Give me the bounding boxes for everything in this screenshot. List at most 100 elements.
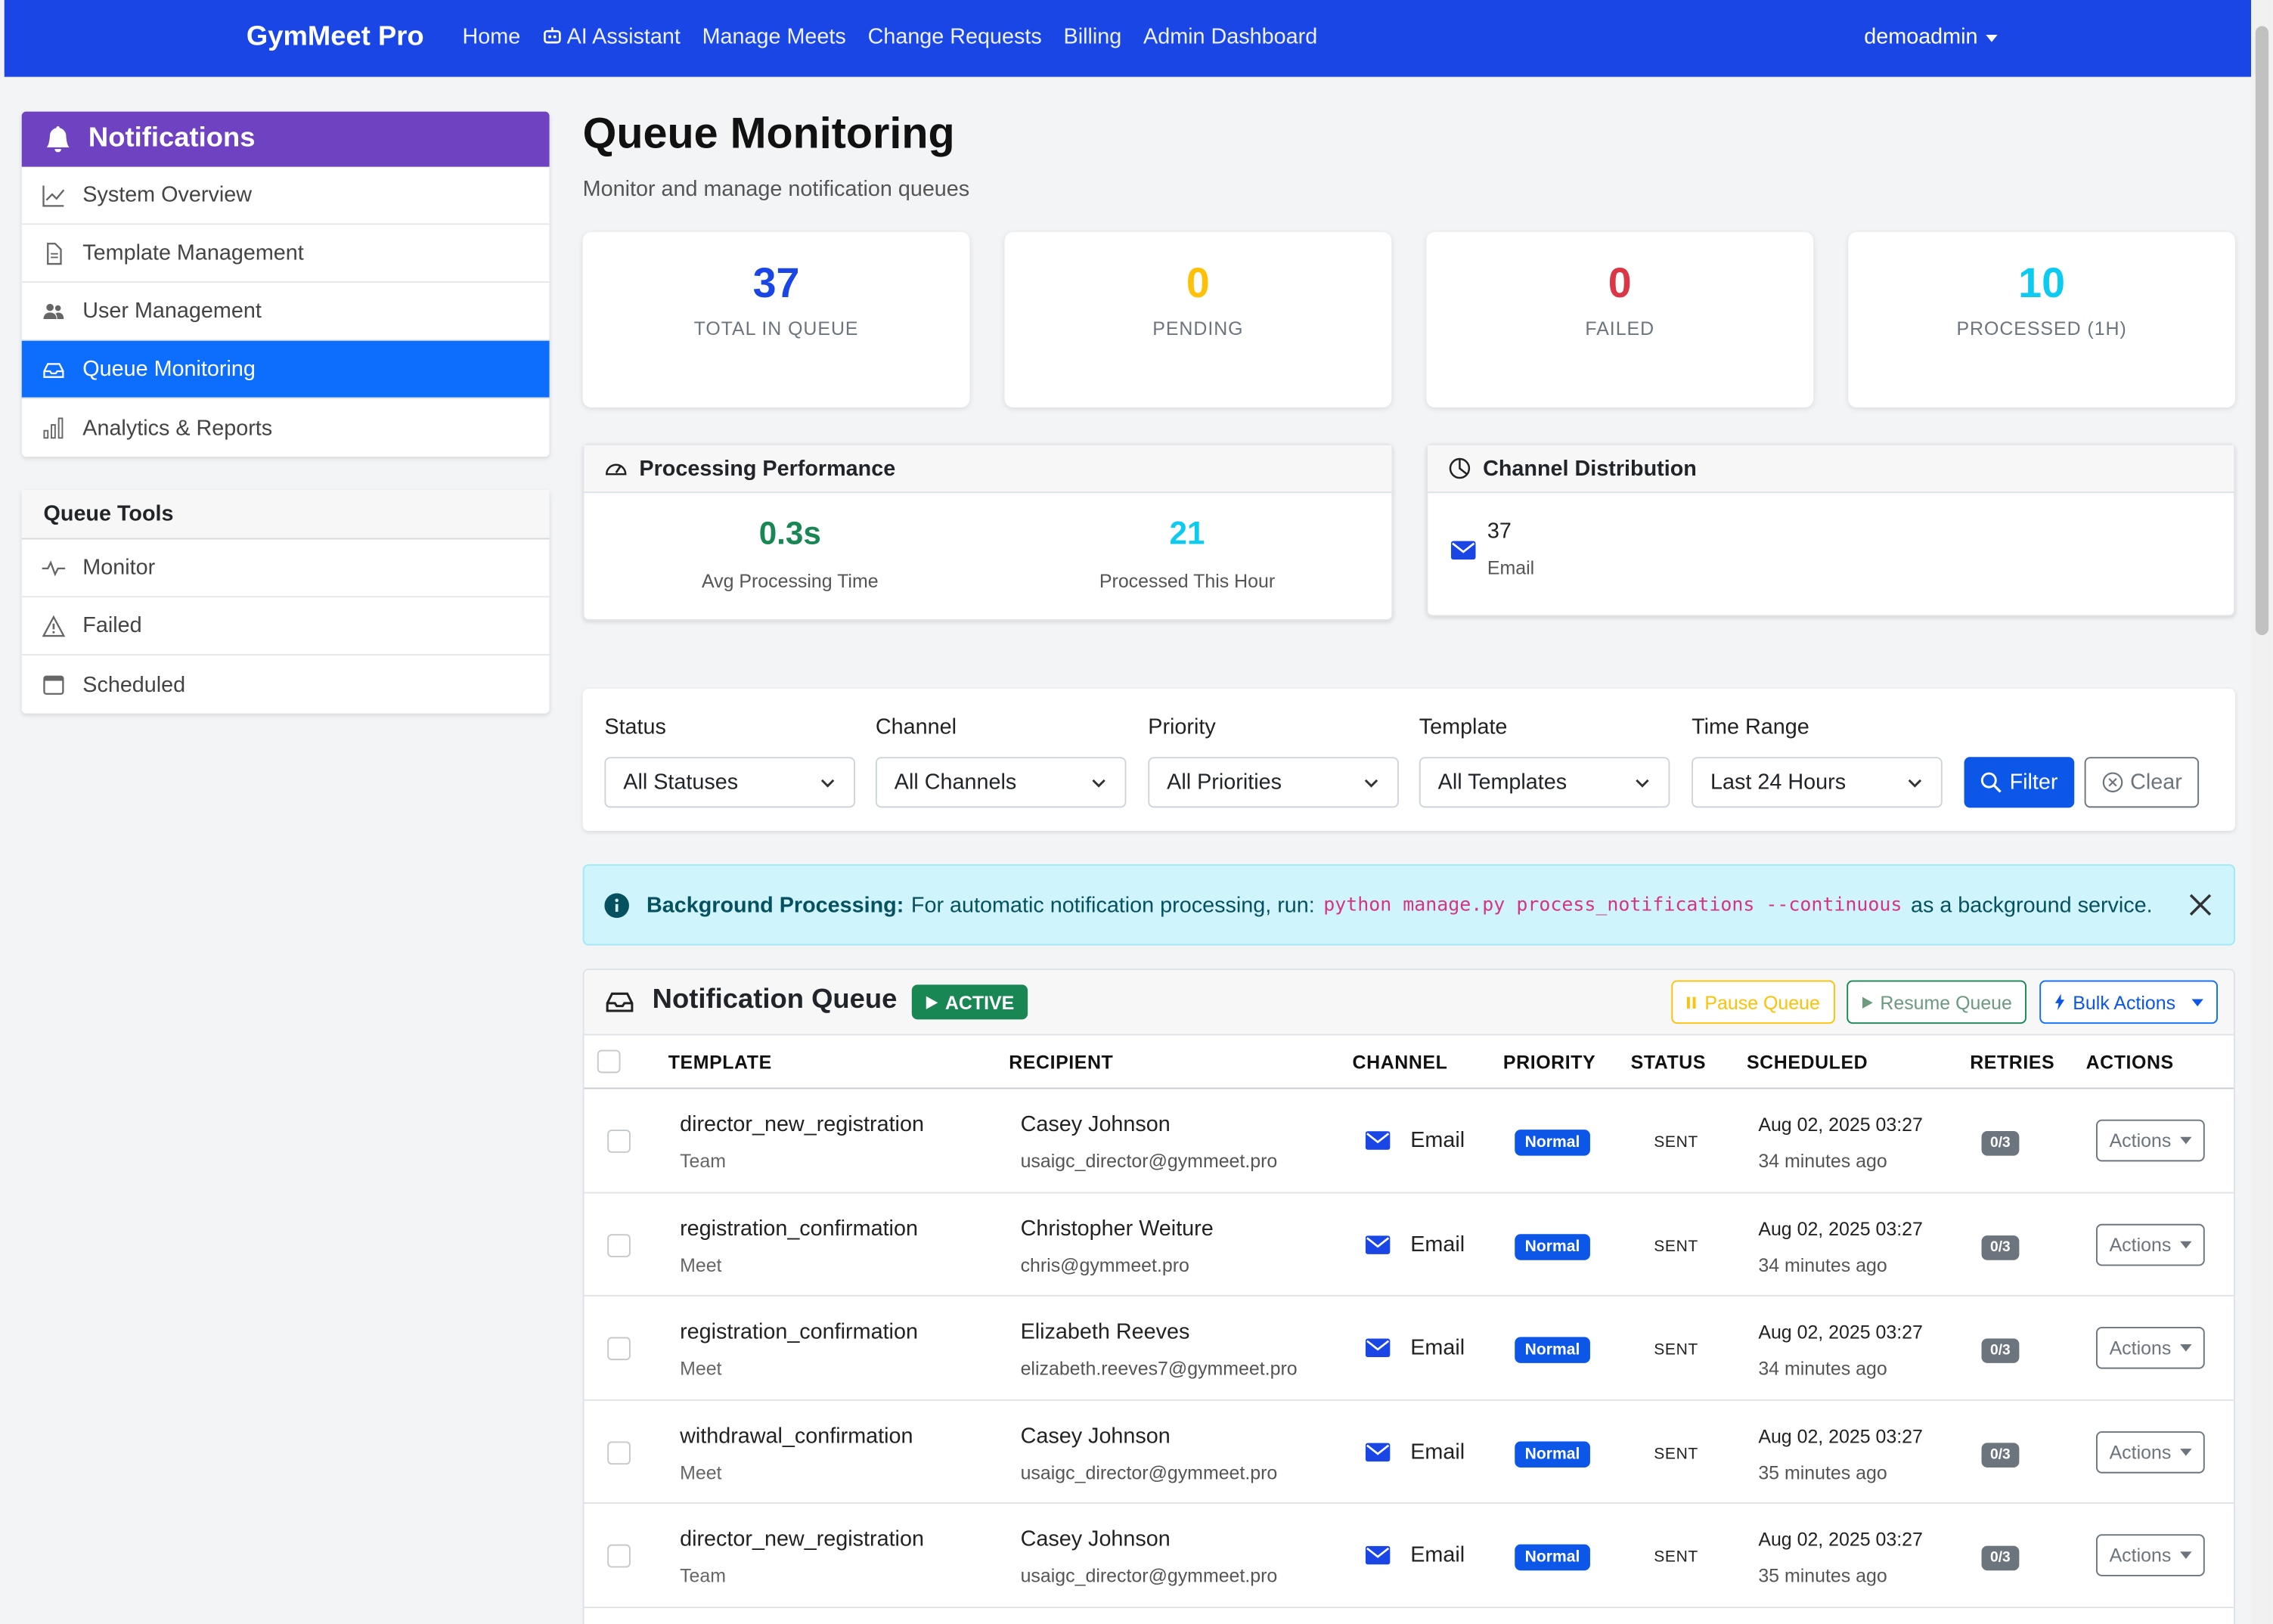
sidebar-item-template-management[interactable]: Template Management — [21, 225, 550, 284]
close-icon[interactable] — [2188, 892, 2214, 919]
nav-links: Home AI Assistant Manage Meets Change Re… — [463, 25, 1318, 50]
bell-icon — [46, 126, 70, 153]
processed-hour-value: 21 — [1169, 514, 1205, 551]
stat-label: FAILED — [1585, 318, 1655, 339]
priority-badge: Normal — [1515, 1440, 1590, 1467]
chart-line-icon — [42, 184, 66, 207]
alert-text-after: as a background service. — [1910, 892, 2153, 918]
template-select[interactable]: All Templates — [1419, 757, 1670, 808]
clear-button[interactable]: Clear — [2084, 757, 2200, 808]
bulk-actions-button[interactable]: Bulk Actions — [2039, 980, 2218, 1024]
bar-chart-icon — [42, 416, 66, 439]
stat-value: 10 — [2018, 261, 2066, 308]
row-actions-button[interactable]: Actions — [2095, 1326, 2205, 1369]
retries-badge: 0/3 — [1981, 1131, 2020, 1156]
stat-value: 0 — [1608, 261, 1632, 308]
sidebar-header: Notifications — [21, 111, 550, 167]
col-scheduled: SCHEDULED — [1746, 1051, 1868, 1074]
status-select[interactable]: All Statuses — [604, 757, 856, 808]
page-subtitle: Monitor and manage notification queues — [582, 176, 970, 202]
retries-badge: 0/3 — [1981, 1545, 2020, 1571]
pause-icon — [1687, 996, 1696, 1009]
scheduled-ago: 34 minutes ago — [1758, 1254, 1887, 1275]
scheduled-ago: 34 minutes ago — [1758, 1357, 1887, 1380]
search-icon — [1981, 772, 2002, 793]
priority-select[interactable]: All Priorities — [1148, 757, 1399, 808]
scrollbar-thumb[interactable] — [2255, 26, 2269, 636]
recipient-email: usaigc_director@gymmeet.pro — [1020, 1564, 1278, 1587]
scheduled-cell: Aug 02, 2025 03:27 35 minutes ago — [1758, 1424, 1923, 1483]
row-actions-button[interactable]: Actions — [2095, 1534, 2205, 1576]
brand-logo[interactable]: GymMeet Pro — [247, 22, 424, 54]
row-actions-button[interactable]: Actions — [2095, 1223, 2205, 1266]
warning-icon — [42, 614, 66, 637]
row-actions-button[interactable]: Actions — [2095, 1430, 2205, 1473]
template-name: registration_confirmation — [680, 1319, 918, 1344]
table-row: director_new_registration Team Casey Joh… — [584, 1089, 2234, 1193]
caret-down-icon — [1986, 34, 1999, 42]
recipient-name: Elizabeth Reeves — [1020, 1319, 1190, 1344]
row-checkbox[interactable] — [607, 1544, 631, 1568]
caret-down-icon — [2179, 1448, 2192, 1455]
recipient-cell: Elizabeth Reeves elizabeth.reeves7@gymme… — [1021, 1319, 1298, 1379]
caret-down-icon — [2179, 1344, 2192, 1352]
panel-header: Channel Distribution — [1428, 445, 2234, 494]
priority-badge: Normal — [1515, 1544, 1590, 1571]
row-checkbox[interactable] — [607, 1337, 631, 1361]
queue-title: Notification Queue — [604, 984, 897, 1016]
priority-filter: Priority All Priorities — [1148, 715, 1399, 808]
recipient-email: usaigc_director@gymmeet.pro — [1020, 1149, 1278, 1172]
table-header: TEMPLATE RECIPIENT CHANNEL PRIORITY STAT… — [584, 1035, 2234, 1089]
filter-button[interactable]: Filter — [1964, 757, 2075, 808]
nav-ai-assistant[interactable]: AI Assistant — [542, 25, 681, 49]
caret-down-icon — [2179, 1551, 2192, 1559]
caret-down-icon — [2179, 1136, 2192, 1145]
time-range-filter: Time Range Last 24 Hours — [1692, 715, 1943, 808]
sidebar-item-system-overview[interactable]: System Overview — [21, 167, 550, 225]
pause-queue-button[interactable]: Pause Queue — [1671, 980, 1834, 1024]
row-checkbox[interactable] — [607, 1233, 631, 1257]
nav-manage-meets[interactable]: Manage Meets — [702, 25, 846, 50]
col-retries: RETRIES — [1970, 1051, 2055, 1074]
processing-performance-panel: Processing Performance 0.3s Avg Processi… — [582, 443, 1394, 621]
page-scrollbar[interactable] — [2251, 0, 2273, 1624]
col-status: STATUS — [1630, 1051, 1707, 1074]
sidebar-item-user-management[interactable]: User Management — [21, 283, 550, 341]
app-root: GymMeet Pro Home AI Assistant Manage Mee… — [0, 0, 2273, 1624]
channel-filter: Channel All Channels — [875, 715, 1127, 808]
col-recipient: RECIPIENT — [1009, 1051, 1114, 1074]
nav-home[interactable]: Home — [463, 25, 521, 50]
recipient-name: Casey Johnson — [1020, 1526, 1171, 1552]
sidebar-item-scheduled[interactable]: Scheduled — [22, 655, 550, 714]
sidebar-item-queue-monitoring[interactable]: Queue Monitoring — [21, 340, 550, 399]
nav-change-requests[interactable]: Change Requests — [868, 25, 1042, 50]
pie-chart-icon — [1448, 457, 1471, 480]
template-name: withdrawal_confirmation — [680, 1423, 913, 1449]
nav-billing[interactable]: Billing — [1064, 25, 1122, 50]
nav-admin-dashboard[interactable]: Admin Dashboard — [1143, 25, 1317, 50]
stat-value: 37 — [752, 261, 800, 308]
alert-text: For automatic notification processing, r… — [910, 892, 1315, 918]
channel-select[interactable]: All Channels — [875, 757, 1127, 808]
scheduled-date: Aug 02, 2025 03:27 — [1758, 1424, 1923, 1447]
time-range-select[interactable]: Last 24 Hours — [1692, 757, 1943, 808]
channel-cell: Email — [1365, 1335, 1465, 1360]
row-actions-button[interactable]: Actions — [2095, 1119, 2205, 1162]
sidebar-item-monitor[interactable]: Monitor — [21, 539, 550, 598]
sidebar-item-failed[interactable]: Failed — [21, 597, 550, 655]
select-all-checkbox[interactable] — [597, 1049, 621, 1074]
row-checkbox[interactable] — [607, 1130, 631, 1153]
template-type: Meet — [680, 1254, 722, 1275]
avg-processing-label: Avg Processing Time — [701, 569, 879, 592]
stat-processed-1h: 10 PROCESSED (1H) — [1848, 231, 2236, 408]
sidebar-item-analytics-reports[interactable]: Analytics & Reports — [22, 398, 550, 457]
retries-badge: 0/3 — [1981, 1338, 2020, 1363]
row-checkbox[interactable] — [607, 1440, 631, 1464]
priority-badge: Normal — [1515, 1233, 1590, 1260]
template-type: Meet — [680, 1357, 722, 1380]
resume-queue-button[interactable]: Resume Queue — [1847, 980, 2027, 1024]
speedometer-icon — [604, 457, 628, 480]
col-actions: ACTIONS — [2085, 1051, 2174, 1074]
inbox-icon — [604, 985, 634, 1015]
user-menu[interactable]: demoadmin — [1864, 25, 1999, 49]
